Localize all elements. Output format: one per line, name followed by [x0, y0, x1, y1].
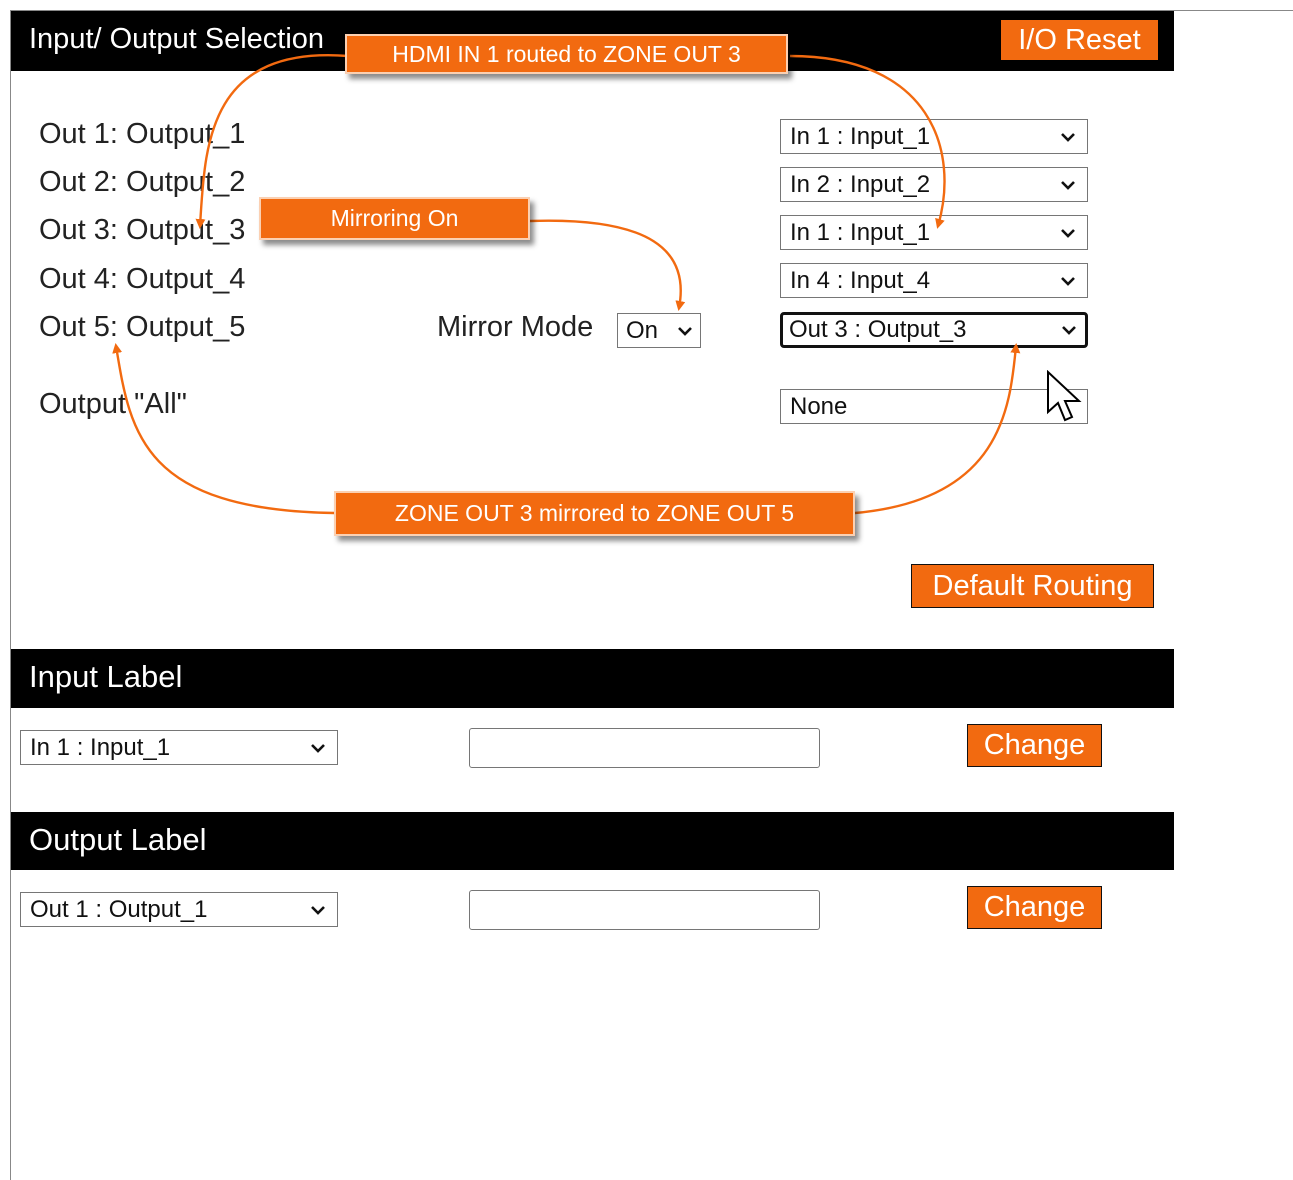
- output-all-select[interactable]: None: [780, 389, 1088, 424]
- input-label-header: Input Label: [11, 649, 1174, 708]
- mouse-cursor-icon: [1047, 370, 1082, 422]
- io-selection-title: Input/ Output Selection: [29, 23, 325, 55]
- output-2-source-select[interactable]: In 2 : Input_2: [780, 167, 1088, 202]
- output-4-source-select[interactable]: In 4 : Input_4: [780, 263, 1088, 298]
- chevron-down-icon: [1058, 319, 1080, 341]
- frame-border-left: [10, 10, 11, 1180]
- chevron-down-icon: [674, 320, 696, 342]
- mirror-mode-value: On: [626, 316, 659, 344]
- callout-hdmi-routing: HDMI IN 1 routed to ZONE OUT 3: [345, 34, 788, 74]
- output-5-source-value: Out 3 : Output_3: [789, 316, 967, 343]
- output-row-label-3: Out 3: Output_3: [39, 214, 246, 246]
- chevron-down-icon: [1057, 270, 1079, 292]
- output-4-source-value: In 4 : Input_4: [790, 266, 931, 294]
- output-1-source-select[interactable]: In 1 : Input_1: [780, 119, 1088, 154]
- arrow-mirroring-to-mode: [529, 219, 686, 311]
- output-label-select[interactable]: Out 1 : Output_1: [20, 892, 338, 927]
- output-all-label: Output "All": [39, 388, 187, 420]
- output-row-label-4: Out 4: Output_4: [39, 263, 246, 295]
- output-row-label-1: Out 1: Output_1: [39, 118, 246, 150]
- default-routing-button[interactable]: Default Routing: [911, 564, 1154, 608]
- output-1-source-value: In 1 : Input_1: [790, 122, 931, 150]
- callout-zone-mirrored: ZONE OUT 3 mirrored to ZONE OUT 5: [334, 491, 855, 536]
- output-3-source-select[interactable]: In 1 : Input_1: [780, 215, 1088, 250]
- input-label-title: Input Label: [29, 659, 183, 694]
- chevron-down-icon: [307, 899, 329, 921]
- callout-mirroring-on: Mirroring On: [259, 197, 530, 240]
- chevron-down-icon: [307, 737, 329, 759]
- input-label-text-field[interactable]: [469, 728, 820, 768]
- output-label-change-button[interactable]: Change: [967, 886, 1102, 929]
- output-label-text-field[interactable]: [469, 890, 820, 930]
- io-reset-button[interactable]: I/O Reset: [1001, 20, 1158, 60]
- arrow-zone-to-select: [854, 343, 1021, 515]
- output-label-select-value: Out 1 : Output_1: [30, 895, 208, 923]
- output-3-source-value: In 1 : Input_1: [790, 218, 931, 246]
- output-label-header: Output Label: [11, 812, 1174, 870]
- mirror-mode-select[interactable]: On: [617, 313, 701, 348]
- arrow-zone-to-out5: [112, 343, 335, 515]
- output-row-label-5: Out 5: Output_5: [39, 311, 246, 343]
- output-row-label-2: Out 2: Output_2: [39, 166, 246, 198]
- chevron-down-icon: [1057, 222, 1079, 244]
- output-all-value: None: [790, 392, 848, 420]
- input-label-select-value: In 1 : Input_1: [30, 733, 171, 761]
- output-5-source-select[interactable]: Out 3 : Output_3: [780, 312, 1088, 348]
- chevron-down-icon: [1057, 126, 1079, 148]
- input-label-change-button[interactable]: Change: [967, 724, 1102, 767]
- output-2-source-value: In 2 : Input_2: [790, 170, 931, 198]
- output-label-title: Output Label: [29, 822, 207, 857]
- input-label-select[interactable]: In 1 : Input_1: [20, 730, 338, 765]
- mirror-mode-label: Mirror Mode: [437, 311, 594, 343]
- chevron-down-icon: [1057, 174, 1079, 196]
